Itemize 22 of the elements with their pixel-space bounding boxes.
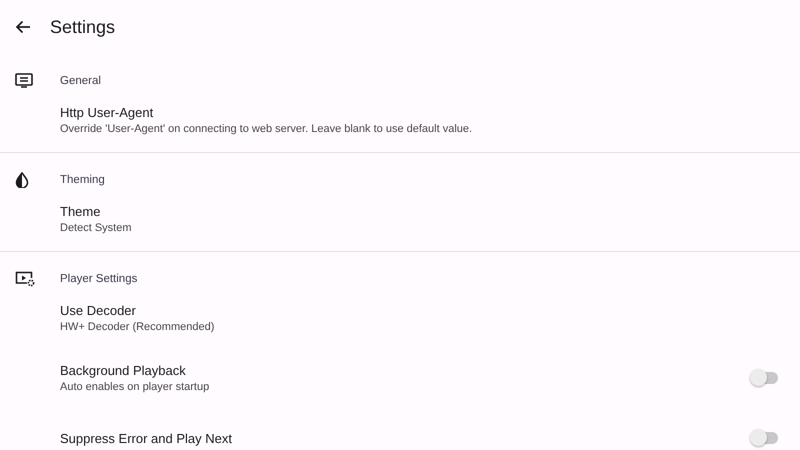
- setting-title: Http User-Agent: [60, 105, 154, 120]
- setting-title: Background Playback: [60, 363, 187, 378]
- setting-description: Detect System: [60, 222, 133, 234]
- section-header: Theming: [60, 174, 105, 186]
- setting-item[interactable]: Theme Detect System: [0, 195, 800, 243]
- video-settings-icon: [15, 271, 35, 287]
- setting-title: Use Decoder: [60, 303, 137, 318]
- setting-item[interactable]: Background Playback Auto enables on player startup: [0, 354, 800, 402]
- setting-title: Suppress Error and Play Next: [60, 430, 233, 446]
- setting-description: HW+ Decoder (Recommended): [60, 321, 216, 333]
- setting-description: Override 'User-Agent' on connecting to web server. Leave blank to use default value.: [60, 123, 474, 135]
- page-title: Settings: [50, 16, 116, 38]
- setting-title: Theme: [60, 204, 102, 219]
- section-header: General: [60, 75, 101, 87]
- setting-description: Auto enables on player startup: [60, 381, 210, 393]
- setting-item[interactable]: Http User-Agent Override 'User-Agent' on connecting to web server. Leave blank to use default value.: [0, 96, 800, 144]
- setting-item[interactable]: Suppress Error and Play Next: [0, 414, 800, 450]
- contrast-icon: [15, 172, 29, 188]
- monitor-icon: [15, 73, 33, 89]
- section-header: Player Settings: [60, 273, 138, 285]
- back-button[interactable]: [14, 18, 32, 36]
- setting-item[interactable]: Use Decoder HW+ Decoder (Recommended): [0, 294, 800, 342]
